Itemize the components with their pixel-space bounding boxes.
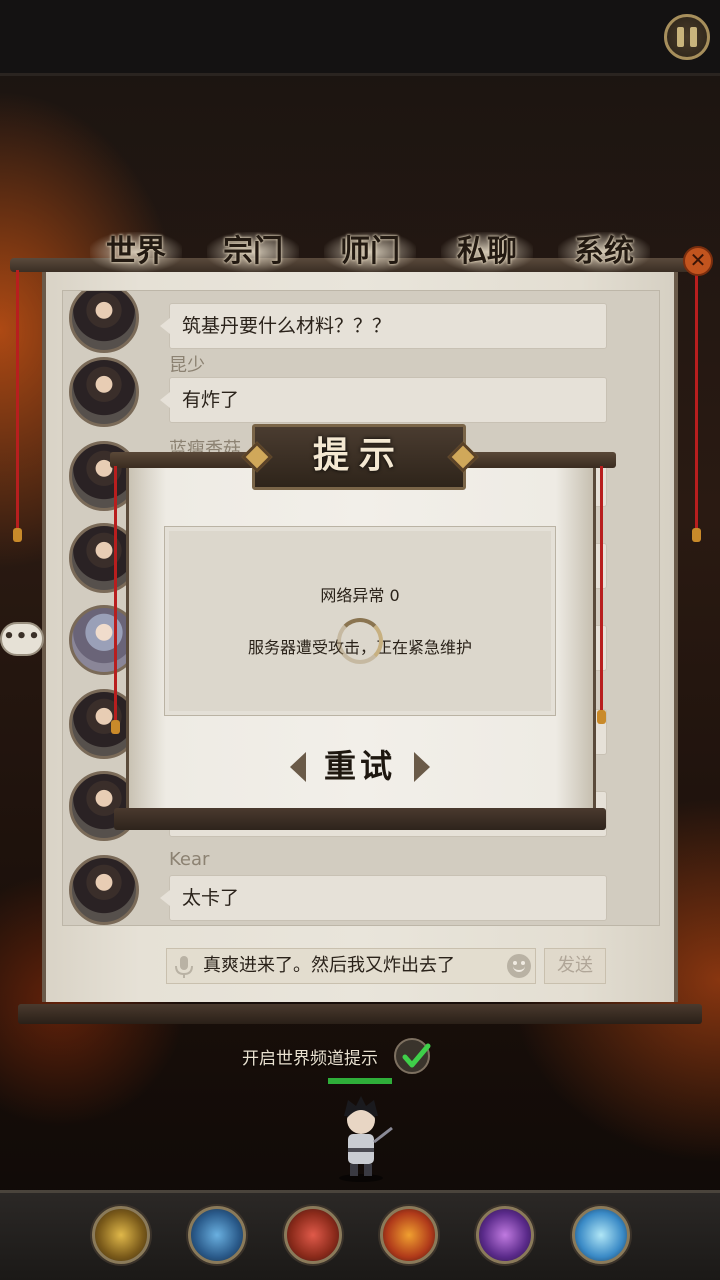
tab-world[interactable]: 世界 [90,232,182,272]
tab-sect[interactable]: 宗门 [207,232,299,272]
message-bubble: 筑基丹要什么材料？？？ [160,303,607,349]
loading-spinner-icon [337,618,383,664]
player-character [339,1096,393,1182]
pause-button[interactable] [664,14,710,60]
avatar[interactable] [69,291,139,353]
chat-bubble-icon[interactable]: ••• [0,622,44,656]
dialog-error-code: 网络异常 0 [320,586,400,605]
tab-system[interactable]: 系统 [558,232,650,272]
world-channel-label: 开启世界频道提示 [242,1049,378,1069]
scroll-skill-icon[interactable] [92,1206,150,1264]
world-channel-toggle[interactable] [394,1038,431,1074]
purple-vortex-skill-icon[interactable] [476,1206,534,1264]
message-bubble: 有炸了 [160,377,607,423]
blue-blade-skill-icon[interactable] [188,1206,246,1264]
chat-input[interactable]: 真爽进来了。然后我又炸出去了 [166,948,536,984]
message-bubble: 太卡了 [160,875,607,921]
microphone-icon[interactable] [173,955,195,979]
pause-icon [677,27,684,47]
sender-name: 昆少 [169,355,205,376]
chat-input-text[interactable]: 真爽进来了。然后我又炸出去了 [203,949,455,983]
avatar[interactable] [69,357,139,427]
retry-button[interactable]: 重试 [288,744,432,790]
close-button[interactable]: ✕ [683,246,713,276]
red-banner-skill-icon[interactable] [284,1206,342,1264]
top-bar [0,0,720,76]
chat-message: 筑基丹要什么材料？？？ [63,291,659,367]
left-tassel [13,270,22,542]
right-tassel [692,270,701,542]
tab-master[interactable]: 师门 [324,232,416,272]
sender-name: Kear [169,849,210,870]
ice-crystal-skill-icon[interactable] [572,1206,630,1264]
dialog-bottom-rod [114,808,606,830]
tab-private[interactable]: 私聊 [441,232,533,272]
emoji-icon[interactable] [507,954,531,978]
flame-skill-icon[interactable] [380,1206,438,1264]
chat-message: Kear 太卡了 [63,849,659,925]
dialog-title: 提示 [312,434,405,476]
checkmark-icon [402,1043,431,1068]
character-health-bar [328,1078,392,1084]
dialog-left-tassel [111,466,120,734]
scroll-bottom-rod [18,1004,702,1024]
avatar[interactable] [69,855,139,925]
send-button[interactable]: 发送 [544,948,606,984]
dialog-right-tassel [597,466,606,724]
chat-tabs: 世界 宗门 师门 私聊 系统 [90,232,650,276]
